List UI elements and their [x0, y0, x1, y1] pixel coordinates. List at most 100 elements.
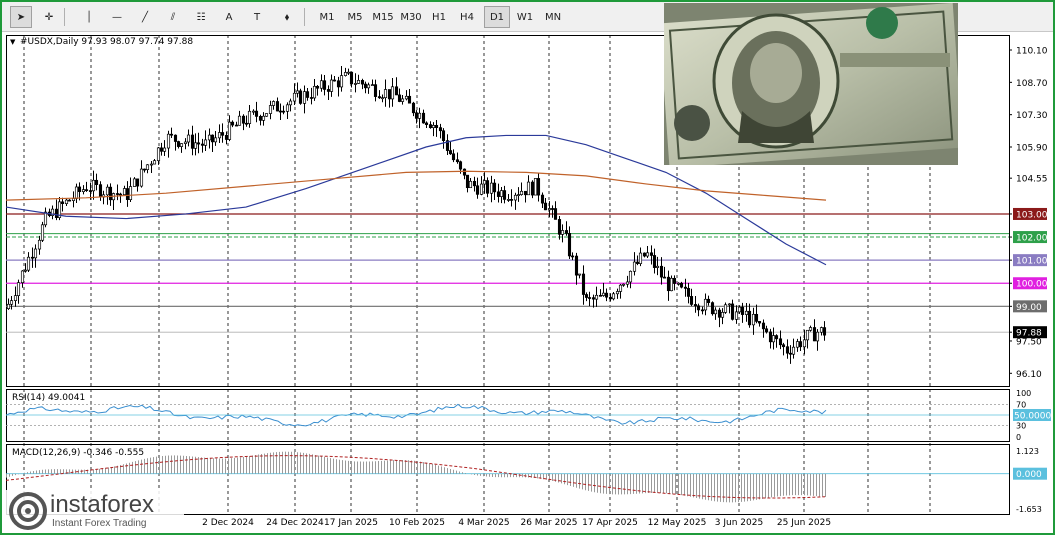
candle-body: [519, 190, 524, 195]
candle-body: [268, 105, 273, 114]
candle-body: [666, 276, 671, 292]
candle-body: [751, 313, 756, 326]
candle-body: [23, 269, 28, 272]
rsi-pane[interactable]: [6, 389, 1010, 442]
timeframe-w1-button[interactable]: W1: [512, 6, 538, 28]
candle-body: [652, 255, 657, 268]
candle-body: [309, 97, 314, 99]
candle-body: [434, 125, 439, 128]
candle-body: [553, 208, 558, 220]
candle-body: [40, 224, 45, 241]
candle-body: [703, 298, 708, 311]
candle-body: [700, 309, 705, 312]
candle-body: [625, 281, 630, 285]
price-badge-label: 100.00: [1016, 280, 1048, 290]
shapes-icon[interactable]: ⬧: [276, 6, 298, 28]
date-label: 4 Mar 2025: [458, 518, 509, 528]
candle-body: [448, 150, 453, 155]
candle-body: [570, 255, 575, 258]
candle-body: [547, 208, 552, 211]
candle-body: [312, 85, 317, 99]
candle-body: [720, 311, 725, 318]
candle-body: [26, 256, 31, 271]
candle-body: [679, 282, 684, 288]
rsi-tick-label: 70: [1016, 401, 1026, 410]
candle-body: [213, 137, 218, 143]
date-label: 2 Dec 2024: [202, 518, 254, 528]
date-label: 17 Apr 2025: [582, 518, 638, 528]
fibonacci-icon[interactable]: ☷: [190, 6, 212, 28]
candle-body: [805, 329, 810, 341]
timeframe-d1-button[interactable]: D1: [484, 6, 510, 28]
vertical-line-icon[interactable]: │: [78, 6, 100, 28]
brand-name: instaforex: [50, 491, 155, 518]
candle-body: [315, 85, 320, 89]
text-label-icon[interactable]: T: [246, 6, 268, 28]
rsi-label: RSI(14) 49.0041: [12, 393, 85, 403]
candle-body: [642, 252, 647, 257]
timeframe-m1-button[interactable]: M1: [314, 6, 340, 28]
candle-body: [193, 142, 198, 149]
macd-tick-label: 1.123: [1016, 447, 1039, 456]
candle-body: [258, 116, 263, 121]
candle-body: [387, 89, 392, 100]
candle-body: [489, 182, 494, 194]
date-label: 25 Jun 2025: [777, 518, 831, 528]
candle-body: [37, 239, 42, 250]
dollar-banknote-image: [659, 2, 963, 169]
timeframe-m15-button[interactable]: M15: [370, 6, 396, 28]
candle-body: [693, 304, 698, 307]
candle-body: [71, 198, 76, 201]
candle-body: [717, 309, 722, 318]
crosshair-icon[interactable]: ✛: [38, 6, 60, 28]
candle-body: [451, 153, 456, 161]
candle-body: [628, 270, 633, 283]
candle-body: [526, 181, 531, 196]
date-label: 17 Jan 2025: [324, 518, 378, 528]
candle-body: [683, 286, 688, 289]
candle-body: [764, 328, 769, 333]
trendline-icon[interactable]: ╱: [134, 6, 156, 28]
candle-body: [74, 186, 79, 199]
candle-body: [404, 95, 409, 100]
candle-body: [363, 83, 368, 89]
timeframe-h4-button[interactable]: H4: [454, 6, 480, 28]
timeframe-m30-button[interactable]: M30: [398, 6, 424, 28]
candle-body: [431, 125, 436, 129]
candle-body: [220, 132, 225, 136]
symbol-ohlc-label: #USDX,Daily 97.93 98.07 97.74 97.88: [20, 37, 193, 47]
candle-body: [241, 115, 246, 124]
cursor-icon[interactable]: ➤: [10, 6, 32, 28]
candle-body: [6, 303, 11, 309]
candle-body: [472, 180, 477, 187]
channel-icon[interactable]: ⫽: [162, 6, 184, 28]
candle-body: [730, 303, 735, 320]
candle-body: [819, 327, 824, 333]
candle-body: [672, 277, 677, 284]
timeframe-mn-button[interactable]: MN: [540, 6, 566, 28]
timeframe-m5-button[interactable]: M5: [342, 6, 368, 28]
candle-body: [135, 178, 140, 187]
candle-body: [275, 101, 280, 112]
candle-body: [479, 183, 484, 195]
candle-body: [632, 261, 637, 272]
timeframe-h1-button[interactable]: H1: [426, 6, 452, 28]
candle-body: [815, 331, 820, 342]
candle-body: [128, 186, 133, 200]
date-label: 26 Mar 2025: [520, 518, 577, 528]
text-icon[interactable]: A: [218, 6, 240, 28]
candle-body: [20, 270, 25, 283]
chart-menu-icon: ▼: [10, 38, 16, 46]
candle-body: [485, 180, 490, 194]
candle-body: [649, 252, 654, 256]
candle-body: [319, 80, 324, 89]
toolbar-separator: [304, 8, 305, 26]
candle-body: [254, 110, 259, 117]
candle-body: [414, 112, 419, 119]
candle-body: [326, 89, 331, 92]
horizontal-line-icon[interactable]: —: [106, 6, 128, 28]
candle-body: [601, 292, 606, 296]
candle-body: [424, 122, 429, 125]
candle-body: [482, 180, 487, 185]
candle-body: [564, 230, 569, 234]
